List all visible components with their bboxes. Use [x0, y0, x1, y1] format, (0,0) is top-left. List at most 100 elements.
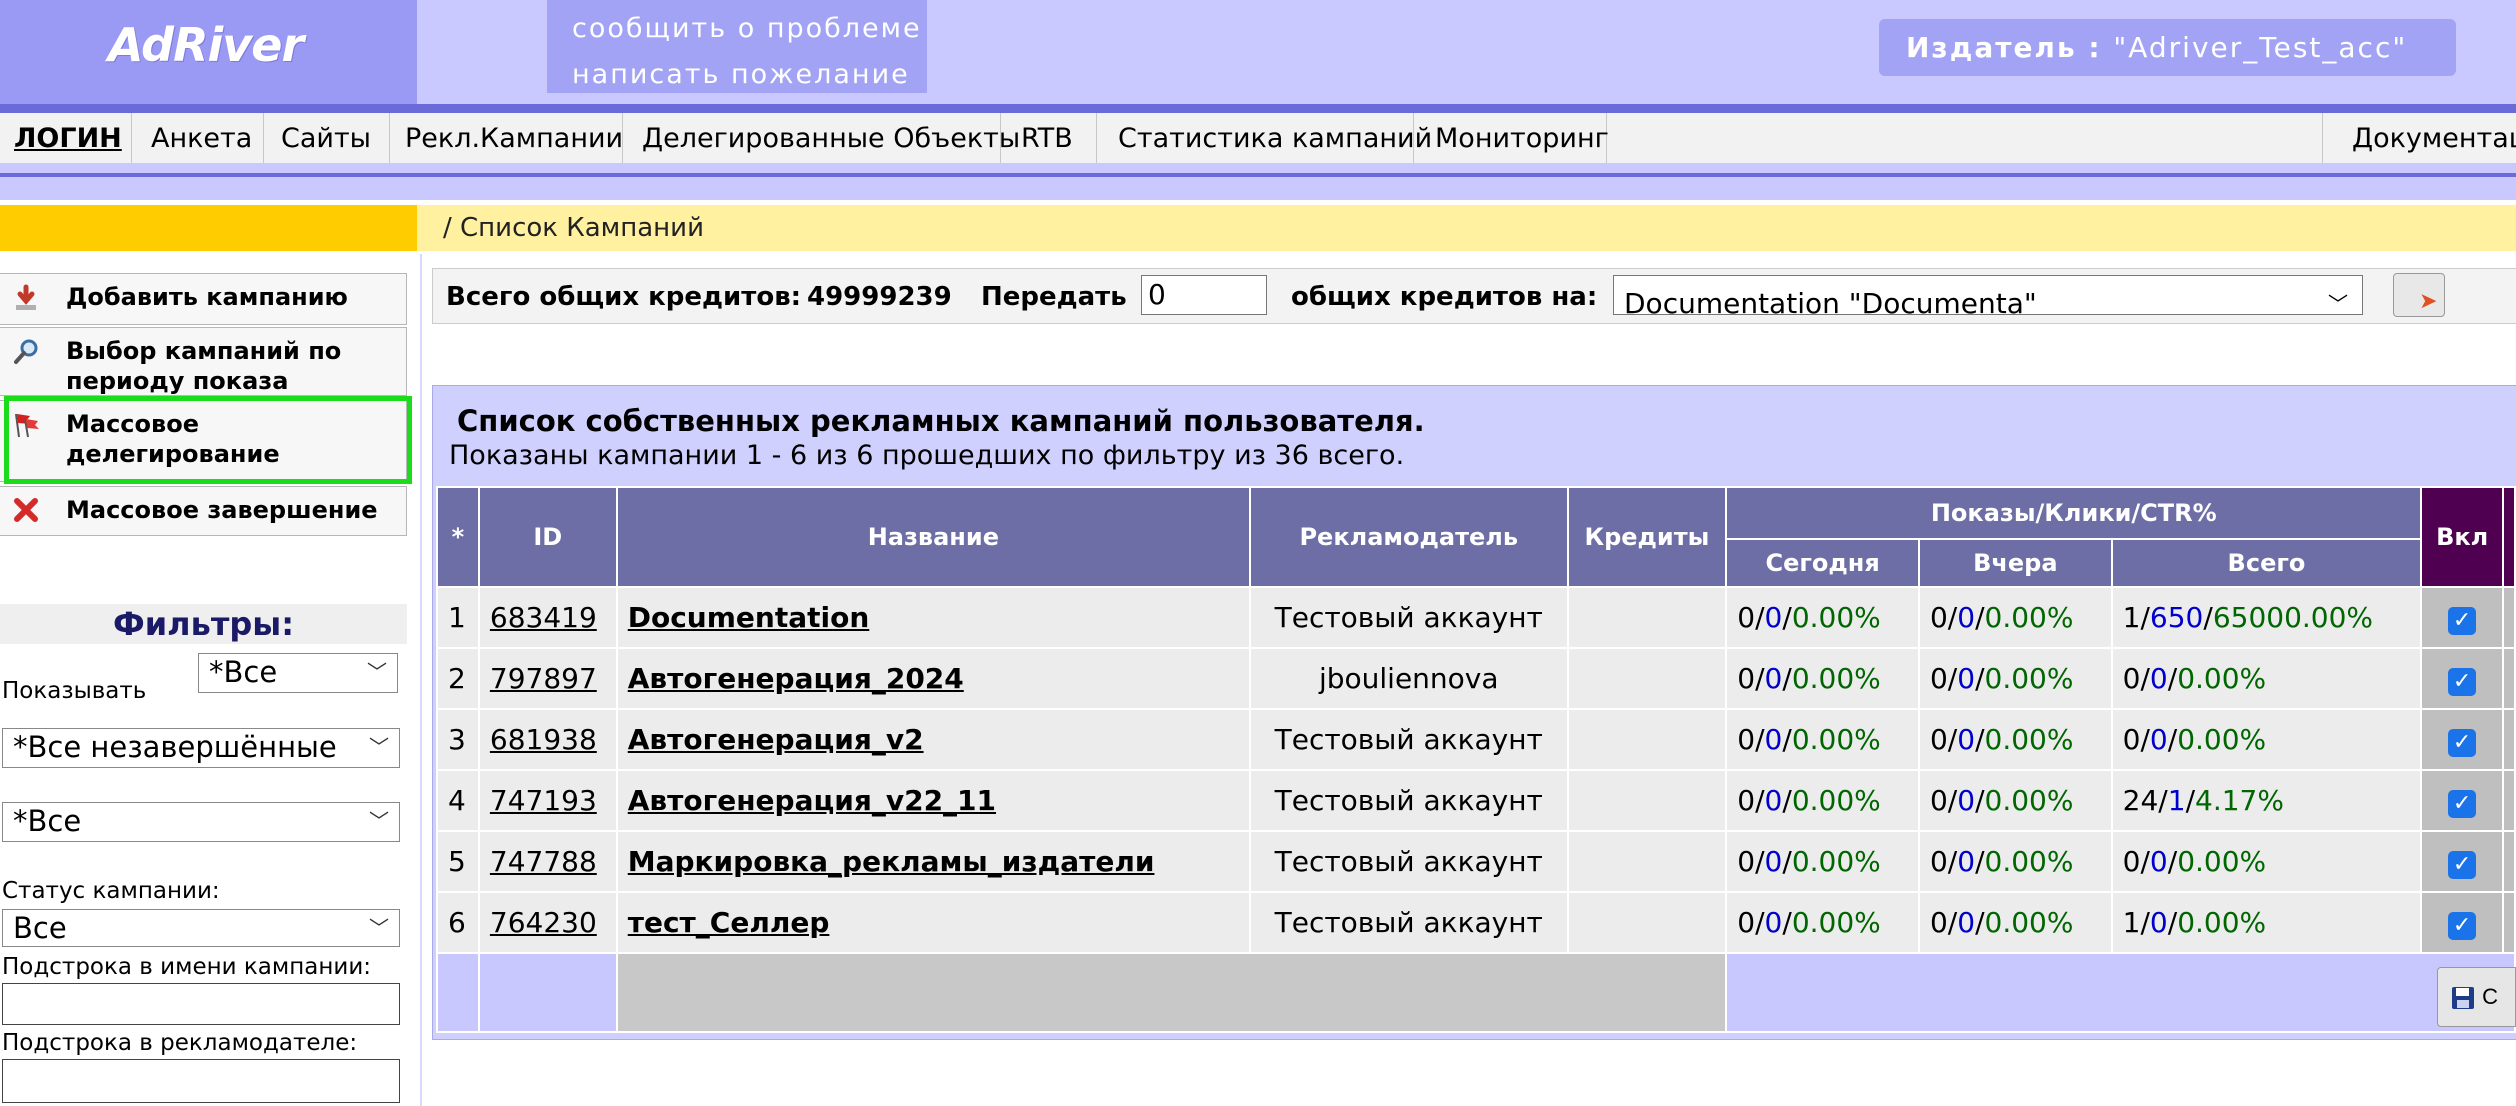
- stats-yesterday-cell: 0/0/0.00%: [1917, 647, 2113, 710]
- stats-total-cell: 0/0/0.00%: [2110, 647, 2423, 710]
- row-number: 1: [436, 586, 480, 649]
- impressions-value: 0: [1929, 723, 1948, 756]
- logo-area: AdRiver: [0, 0, 417, 104]
- row-tail-cell: [2502, 891, 2516, 954]
- impressions-value: 24: [2122, 784, 2159, 817]
- show-select-value: *Все: [209, 655, 278, 689]
- col-extra: [2502, 486, 2516, 588]
- campaign-name-link[interactable]: Documentation: [628, 601, 870, 634]
- enabled-cell: ✓: [2420, 830, 2505, 893]
- filters-title: Фильтры:: [0, 604, 407, 644]
- breadcrumb-accent: [0, 205, 417, 251]
- footer-cell-star: [436, 952, 480, 1033]
- stats-today-cell: 0/0/0.00%: [1725, 647, 1920, 710]
- transfer-go-button[interactable]: ➤: [2393, 273, 2445, 317]
- chevron-down-icon: ﹀: [369, 809, 389, 833]
- transfer-target-select[interactable]: Documentation "Documenta" ﹀: [1613, 275, 2363, 320]
- row-tail-cell: [2502, 769, 2516, 832]
- enabled-checkbox[interactable]: ✓: [2448, 728, 2477, 757]
- campaign-id-link[interactable]: 797897: [490, 662, 597, 695]
- impressions-value: 0: [1737, 601, 1756, 634]
- clicks-value: 0: [1957, 723, 1976, 756]
- main-nav: ЛОГИН Анкета Сайты Рекл.Кампании Делегир…: [0, 113, 2516, 163]
- top-header: AdRiver сообщить о проблеме написать пож…: [0, 0, 2516, 104]
- stats-total-cell: 24/1/4.17%: [2110, 769, 2423, 832]
- enabled-checkbox[interactable]: ✓: [2448, 911, 2477, 940]
- campaign-name-cell: Маркировка_рекламы_издатели: [615, 830, 1251, 893]
- save-button[interactable]: С: [2437, 967, 2516, 1027]
- add-campaign-button[interactable]: Добавить кампанию: [0, 273, 407, 325]
- footer-cell-id: [477, 952, 618, 1033]
- credits-to-label: общих кредитов на:: [1291, 282, 1598, 312]
- transfer-amount-input[interactable]: 0: [1141, 275, 1267, 315]
- ctr-value: 0.00%: [2177, 845, 2267, 878]
- campaign-name-link[interactable]: Автогенерация_2024: [628, 662, 964, 695]
- stats-today-cell: 0/0/0.00%: [1725, 769, 1920, 832]
- nav-monitoring[interactable]: Мониторинг: [1414, 113, 1609, 163]
- nav-profile[interactable]: Анкета: [132, 113, 264, 163]
- nav-documentation[interactable]: Документаци: [2322, 113, 2516, 163]
- select-by-period-button[interactable]: Выбор кампаний по периоду показа: [0, 327, 407, 396]
- enabled-cell: ✓: [2420, 769, 2505, 832]
- campaign-name-link[interactable]: Маркировка_рекламы_издатели: [628, 845, 1155, 878]
- col-id[interactable]: ID: [477, 486, 618, 588]
- transfer-target-value: Documentation "Documenta": [1624, 287, 2037, 320]
- impressions-value: 0: [1737, 662, 1756, 695]
- credits-cell: [1566, 586, 1728, 649]
- nav-campaign-stats[interactable]: Статистика кампаний: [1097, 113, 1432, 163]
- nav-login[interactable]: ЛОГИН: [0, 113, 132, 163]
- ctr-value: 0.00%: [1791, 906, 1881, 939]
- campaign-name-link[interactable]: Автогенерация_v22_11: [628, 784, 996, 817]
- type-select-value: *Все: [13, 804, 82, 838]
- campaign-id-link[interactable]: 683419: [490, 601, 597, 634]
- show-select[interactable]: *Все ﹀: [198, 653, 398, 693]
- col-name[interactable]: Название: [615, 486, 1251, 588]
- stats-yesterday-cell: 0/0/0.00%: [1917, 769, 2113, 832]
- advertiser-substring-input[interactable]: [2, 1059, 400, 1103]
- nav-sites[interactable]: Сайты: [264, 113, 390, 163]
- ctr-value: 0.00%: [1791, 784, 1881, 817]
- col-advertiser[interactable]: Рекламодатель: [1248, 486, 1569, 588]
- campaign-id-cell: 747193: [477, 769, 618, 832]
- enabled-checkbox[interactable]: ✓: [2448, 667, 2477, 696]
- type-select[interactable]: *Все ﹀: [2, 802, 400, 842]
- clicks-value: 0: [1764, 784, 1783, 817]
- clicks-value: 0: [1764, 662, 1783, 695]
- credits-cell: [1566, 708, 1728, 771]
- left-panel-divider: [420, 254, 422, 1106]
- state-select[interactable]: *Все незавершённые ﹀: [2, 728, 400, 768]
- table-row: 3 681938 Автогенерация_v2 Тестовый аккаунт 0…: [436, 708, 2516, 771]
- enabled-cell: ✓: [2420, 891, 2505, 954]
- nav-delegated-objects[interactable]: Делегированные Объекты: [623, 113, 1020, 163]
- enabled-checkbox[interactable]: ✓: [2448, 789, 2477, 818]
- campaign-id-link[interactable]: 747788: [490, 845, 597, 878]
- publisher-badge: Издатель : "Adriver_Test_acc": [1879, 19, 2456, 76]
- enabled-checkbox[interactable]: ✓: [2448, 850, 2477, 879]
- stats-yesterday-cell: 0/0/0.00%: [1917, 708, 2113, 771]
- enabled-checkbox[interactable]: ✓: [2448, 606, 2477, 635]
- campaign-name-cell: Documentation: [615, 586, 1251, 649]
- impressions-value: 0: [1929, 845, 1948, 878]
- report-problem-link[interactable]: сообщить о проблеме: [572, 6, 927, 52]
- advertiser-cell: jbouliennova: [1248, 647, 1569, 710]
- table-row: 5 747788 Маркировка_рекламы_издатели Тестов…: [436, 830, 2516, 893]
- row-tail-cell: [2502, 647, 2516, 710]
- name-substring-input[interactable]: [2, 983, 400, 1025]
- status-select[interactable]: Все ﹀: [2, 909, 400, 947]
- campaign-id-link[interactable]: 747193: [490, 784, 597, 817]
- advertiser-cell: Тестовый аккаунт: [1248, 830, 1569, 893]
- advertiser-cell: Тестовый аккаунт: [1248, 586, 1569, 649]
- campaign-name-link[interactable]: Автогенерация_v2: [628, 723, 924, 756]
- mass-completion-button[interactable]: Массовое завершение: [0, 486, 407, 536]
- adriver-logo[interactable]: AdRiver: [108, 18, 304, 72]
- nav-ad-campaigns[interactable]: Рекл.Кампании: [390, 113, 623, 163]
- send-wish-link[interactable]: написать пожелание: [572, 52, 927, 98]
- table-row: 2 797897 Автогенерация_2024 jbouliennova 0/0…: [436, 647, 2516, 710]
- campaign-name-link[interactable]: тест_Селлер: [628, 906, 830, 939]
- ctr-value: 0.00%: [1984, 662, 2074, 695]
- ctr-value: 0.00%: [1984, 723, 2074, 756]
- campaign-id-link[interactable]: 764230: [490, 906, 597, 939]
- impressions-value: 1: [2122, 601, 2141, 634]
- campaign-id-link[interactable]: 681938: [490, 723, 597, 756]
- nav-rtb[interactable]: RTB: [1001, 113, 1097, 163]
